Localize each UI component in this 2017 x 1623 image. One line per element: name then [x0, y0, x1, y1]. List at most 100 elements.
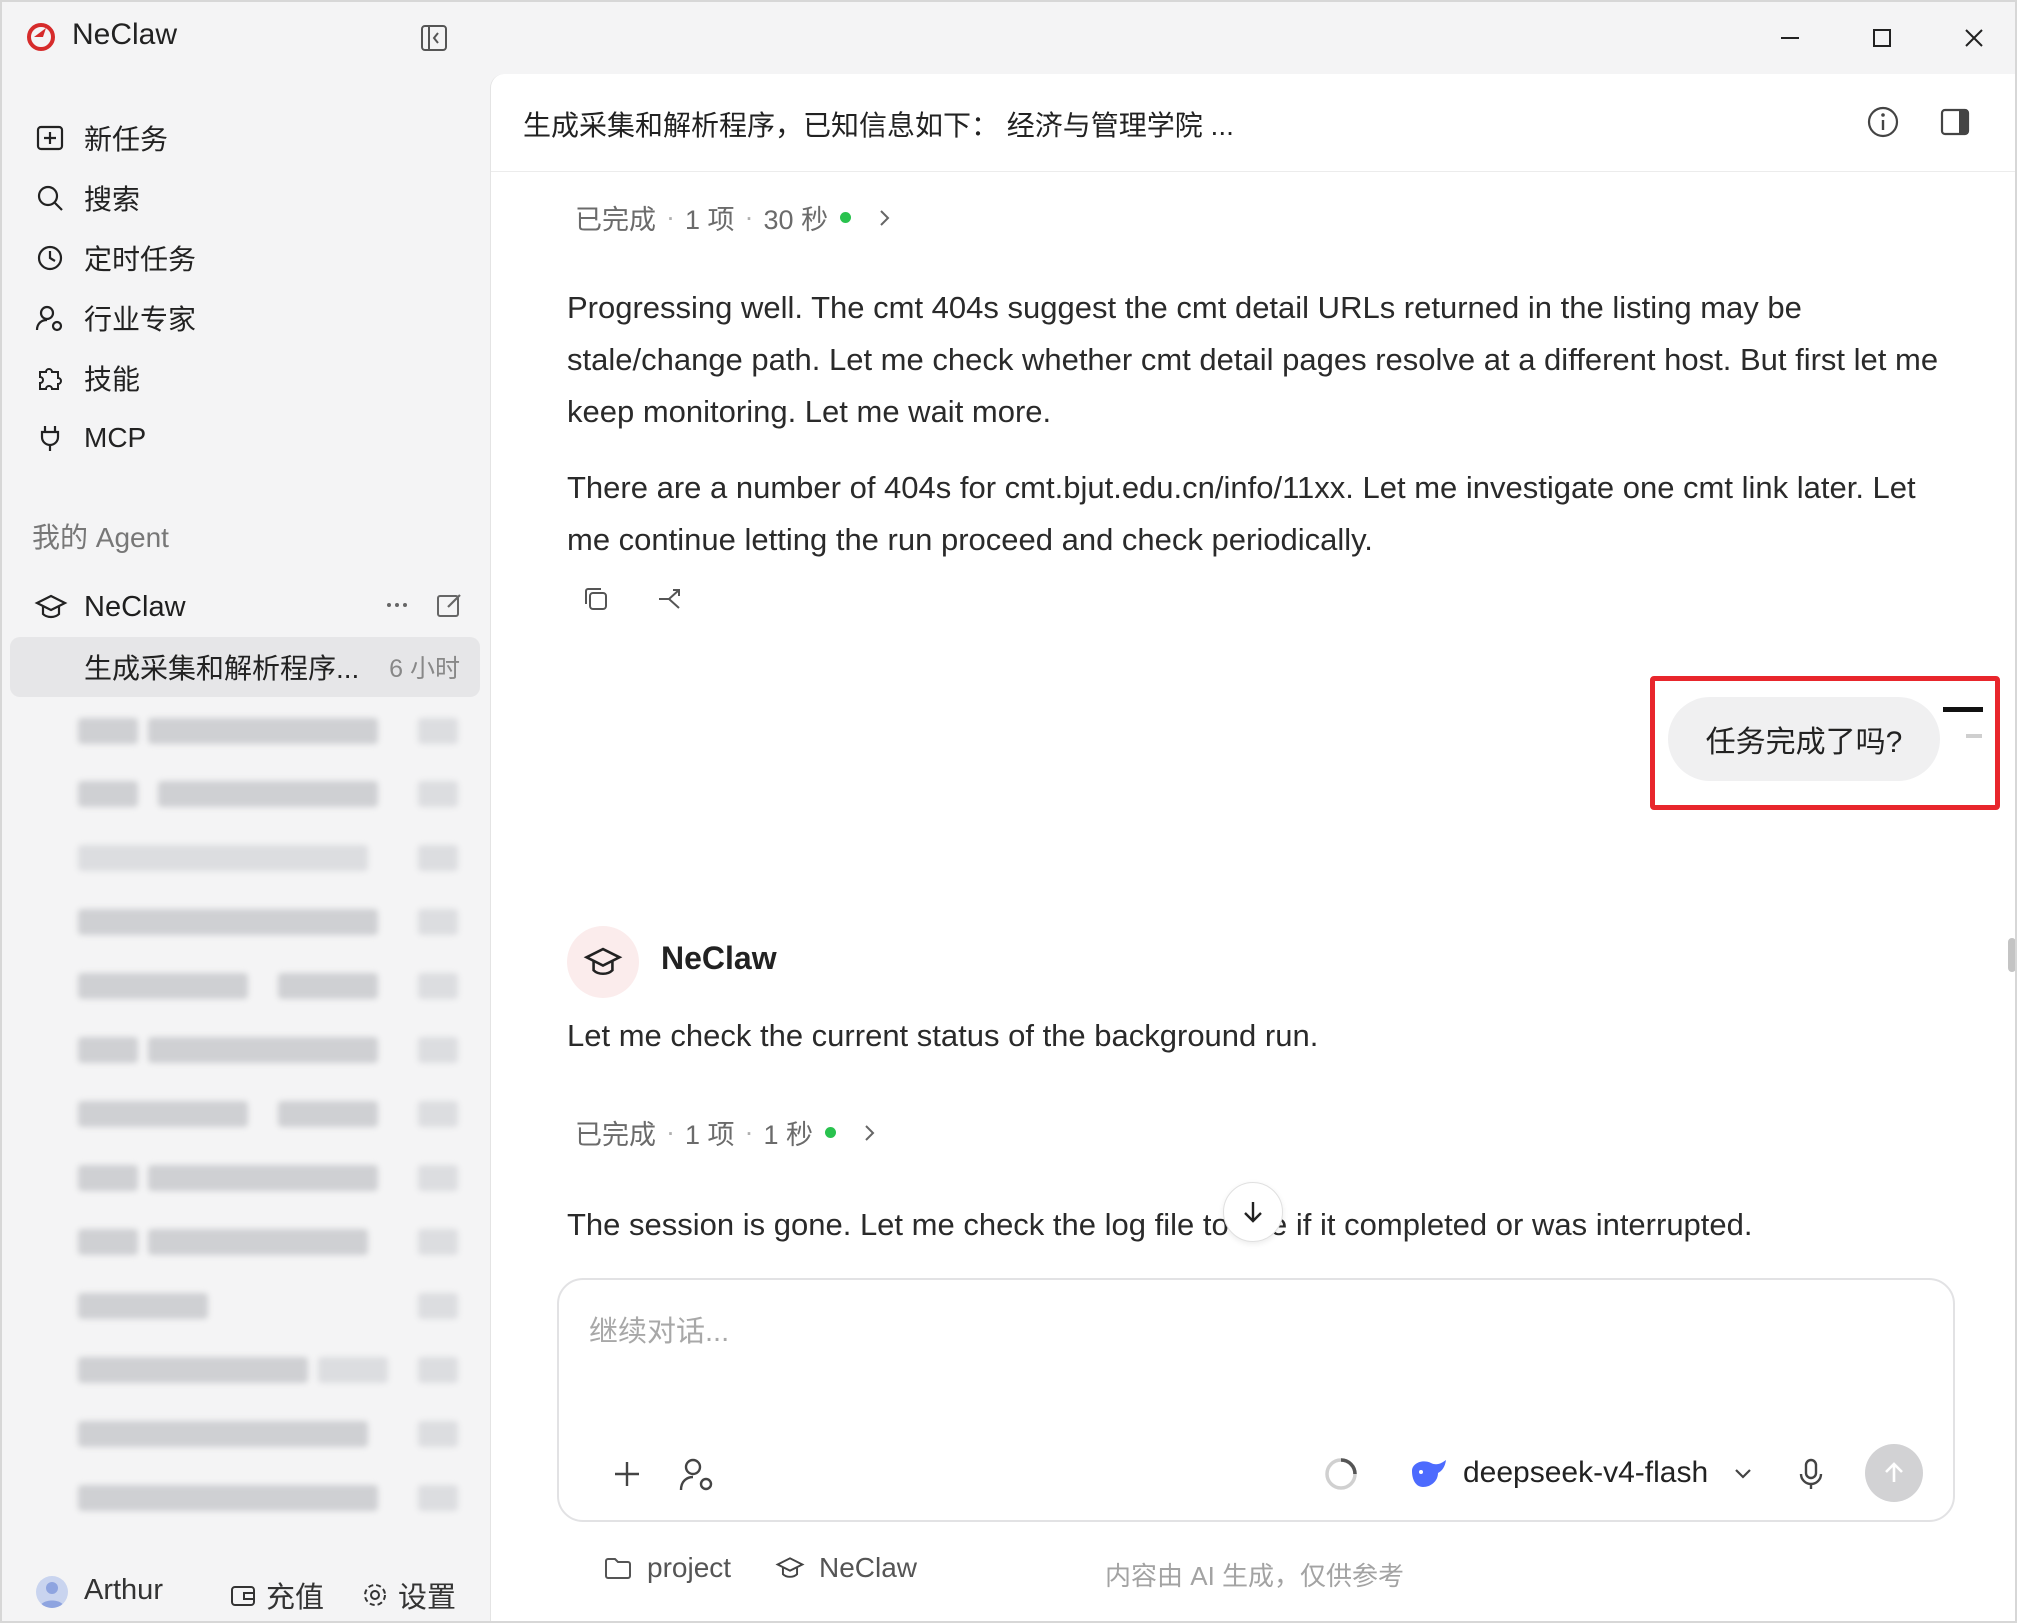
session-item-blurred[interactable] — [78, 1287, 463, 1323]
search-icon — [37, 185, 63, 211]
assistant-paragraph: There are a number of 404s for cmt.bjut.… — [567, 470, 1916, 557]
chat-title: 生成采集和解析程序，已知信息如下： 经济与管理学院 ... — [523, 110, 1234, 141]
sidebar-item-search[interactable]: 搜索 — [34, 174, 140, 222]
loading-spinner-icon — [1325, 1458, 1357, 1490]
user-gear-icon[interactable] — [677, 1454, 717, 1494]
wallet-icon — [231, 1586, 255, 1606]
agent-item-neclaw[interactable]: NeClaw — [34, 582, 464, 632]
title-bar: NeClaw — [2, 2, 2015, 72]
edit-icon[interactable] — [434, 590, 464, 620]
bot-name: NeClaw — [661, 940, 777, 976]
sidebar-item-experts[interactable]: 行业专家 — [34, 294, 196, 342]
info-icon[interactable] — [1865, 104, 1901, 140]
maximize-icon — [1873, 29, 1891, 47]
assistant-paragraph: Let me check the current status of the b… — [567, 1018, 1319, 1053]
chat-panel: 生成采集和解析程序，已知信息如下： 经济与管理学院 ... 已完成 · 1 项 … — [490, 74, 2015, 1621]
arrow-down-icon — [1244, 1202, 1262, 1223]
sidebar-item-label: 行业专家 — [84, 304, 197, 335]
sidebar-item-mcp[interactable]: MCP — [34, 414, 146, 462]
sidebar-item-skills[interactable]: 技能 — [34, 354, 140, 402]
app-window: NeClaw 新任务 搜索 定时任务 行业专家 技能 MCP 我的 Agent … — [0, 0, 2017, 1623]
sidebar-item-new-task[interactable]: 新任务 — [34, 114, 168, 162]
close-icon — [1965, 29, 1983, 47]
scrollbar-thumb[interactable] — [2008, 938, 2015, 972]
status-count: 1 项 — [685, 205, 735, 235]
chat-input[interactable] — [589, 1302, 1889, 1362]
send-button[interactable] — [1865, 1444, 1923, 1502]
session-item-blurred[interactable] — [78, 1351, 463, 1387]
section-label-my-agent: 我的 Agent — [32, 522, 169, 553]
session-item-blurred[interactable] — [78, 1159, 463, 1195]
recharge-button[interactable]: 充值 — [228, 1574, 324, 1616]
branch-icon[interactable] — [655, 584, 685, 614]
status-dot — [840, 212, 852, 223]
session-item-blurred[interactable] — [78, 1031, 463, 1067]
session-item-active[interactable]: 生成采集和解析程序... 6 小时 — [10, 637, 480, 697]
project-folder-button[interactable]: project — [603, 1552, 731, 1584]
status-state: 已完成 — [575, 1120, 656, 1150]
status-duration: 1 秒 — [763, 1120, 814, 1150]
chat-header: 生成采集和解析程序，已知信息如下： 经济与管理学院 ... — [491, 74, 2015, 172]
folder-icon — [605, 1558, 631, 1579]
gear-icon — [364, 1584, 386, 1606]
sidebar-item-label: 搜索 — [84, 184, 141, 215]
session-item-blurred[interactable] — [78, 712, 463, 748]
separator: · — [666, 1117, 675, 1147]
close-button[interactable] — [1944, 16, 2004, 60]
session-item-blurred[interactable] — [78, 1223, 463, 1259]
sidebar-item-label: MCP — [84, 422, 147, 453]
session-time: 6 小时 — [389, 655, 460, 683]
settings-button[interactable]: 设置 — [360, 1574, 456, 1616]
dash-mark — [1966, 734, 1982, 738]
assistant-paragraph: Progressing well. The cmt 404s suggest t… — [567, 290, 1939, 429]
session-item-blurred[interactable] — [78, 1095, 463, 1131]
app-logo-icon — [27, 23, 55, 51]
session-item-blurred[interactable] — [78, 839, 463, 875]
panel-toggle-icon[interactable] — [1937, 104, 1973, 140]
highlight-box — [1650, 676, 2000, 810]
plug-icon — [40, 426, 60, 451]
session-item-blurred[interactable] — [78, 903, 463, 939]
graduation-cap-icon — [34, 594, 68, 619]
copy-icon[interactable] — [581, 584, 611, 614]
status-duration: 30 秒 — [763, 205, 829, 235]
avatar[interactable] — [36, 1576, 68, 1608]
agent-name: NeClaw — [84, 590, 186, 623]
model-selector[interactable]: deepseek-v4-flash — [1409, 1448, 1756, 1498]
arrow-up-icon — [1885, 1462, 1903, 1482]
puzzle-icon — [39, 368, 62, 390]
sidebar-item-label: 定时任务 — [84, 244, 197, 275]
session-item-blurred[interactable] — [78, 967, 463, 1003]
more-icon[interactable] — [382, 590, 412, 620]
session-item-blurred[interactable] — [78, 775, 463, 811]
graduation-cap-icon — [775, 1557, 805, 1578]
plus-icon[interactable] — [607, 1454, 647, 1494]
sidebar-item-label: 技能 — [84, 364, 141, 395]
separator: · — [744, 1117, 754, 1147]
message-actions — [581, 584, 685, 614]
graduation-cap-icon — [583, 947, 623, 976]
minimize-icon — [1781, 37, 1799, 39]
chevron-down-icon — [1735, 1469, 1751, 1479]
tool-status-2[interactable]: 已完成 · 1 项 · 1 秒 — [575, 1113, 880, 1152]
scroll-to-bottom-button[interactable] — [1223, 1182, 1283, 1242]
bot-avatar — [567, 926, 639, 998]
ai-disclaimer: 内容由 AI 生成，仅供参考 — [1105, 1561, 1405, 1591]
minimize-button[interactable] — [1760, 16, 1820, 60]
tool-status-1[interactable]: 已完成 · 1 项 · 30 秒 — [575, 198, 895, 237]
sidebar-item-scheduled[interactable]: 定时任务 — [34, 234, 196, 282]
session-title: 生成采集和解析程序... — [84, 653, 360, 684]
status-dot — [825, 1127, 837, 1138]
session-item-blurred[interactable] — [78, 1479, 463, 1515]
user-name[interactable]: Arthur — [84, 1574, 163, 1607]
session-item-blurred[interactable] — [78, 1415, 463, 1451]
chevron-right-icon — [880, 209, 890, 226]
agent-selector-button[interactable]: NeClaw — [775, 1552, 917, 1584]
recharge-label: 充值 — [266, 1582, 325, 1614]
maximize-button[interactable] — [1852, 16, 1912, 60]
user-bar: Arthur 充值 设置 — [2, 1562, 490, 1621]
microphone-icon[interactable] — [1791, 1454, 1831, 1494]
sidebar-collapse-icon[interactable] — [418, 22, 450, 54]
composer: deepseek-v4-flash — [557, 1278, 1955, 1522]
chevron-right-icon — [865, 1124, 875, 1141]
